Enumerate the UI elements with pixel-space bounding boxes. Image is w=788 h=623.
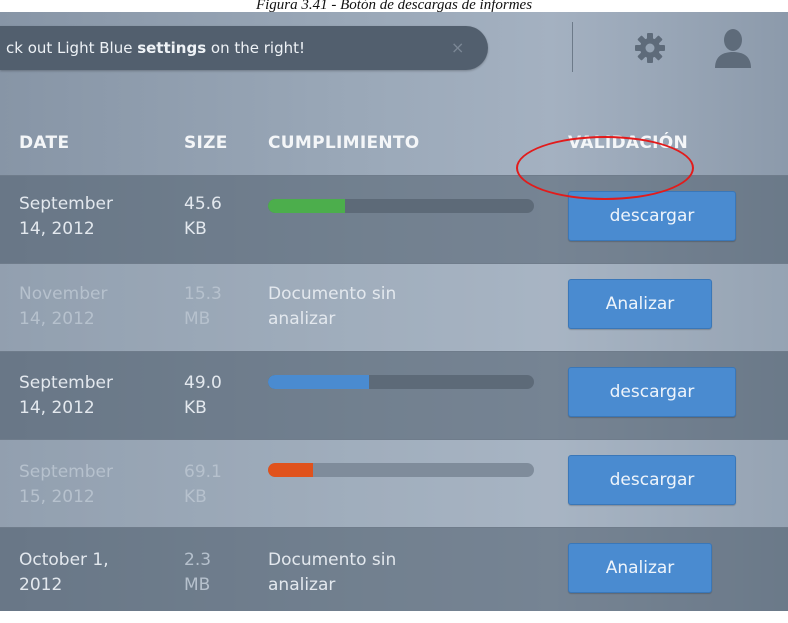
download-button[interactable]: descargar xyxy=(568,191,736,241)
analyze-button[interactable]: Analizar xyxy=(568,543,712,593)
header-size[interactable]: SIZE xyxy=(184,133,228,153)
size-cell: 15.3 MB xyxy=(184,284,222,329)
user-icon[interactable] xyxy=(711,28,755,68)
download-button[interactable]: descargar xyxy=(568,367,736,417)
close-icon[interactable]: × xyxy=(451,26,464,70)
progress-fill xyxy=(268,463,314,477)
date-cell: September 14, 2012 xyxy=(19,373,113,418)
date-cell: September 15, 2012 xyxy=(19,462,113,507)
notice-settings-link[interactable]: settings xyxy=(137,39,206,57)
size-cell: 2.3 MB xyxy=(184,550,212,595)
table-row: September 14, 2012 49.0 KB descargar xyxy=(0,351,788,440)
header-date[interactable]: DATE xyxy=(19,133,69,153)
date-cell: November 14, 2012 xyxy=(19,284,108,329)
toolbar-divider xyxy=(572,22,573,72)
size-cell: 49.0 KB xyxy=(184,373,222,418)
table-row: September 15, 2012 69.1 KB descargar xyxy=(0,439,788,528)
size-cell: 69.1 KB xyxy=(184,462,222,507)
app-screen: ck out Light Blue settings on the right!… xyxy=(0,12,788,611)
compliance-progress xyxy=(268,463,534,477)
date-cell: October 1, 2012 xyxy=(19,550,109,595)
compliance-status: Documento sin analizar xyxy=(268,284,397,329)
compliance-progress xyxy=(268,375,534,389)
size-cell: 45.6 KB xyxy=(184,194,222,239)
analyze-button[interactable]: Analizar xyxy=(568,279,712,329)
table-row: September 14, 2012 45.6 KB descargar xyxy=(0,175,788,264)
compliance-progress xyxy=(268,199,534,213)
date-cell: September 14, 2012 xyxy=(19,194,113,239)
download-button[interactable]: descargar xyxy=(568,455,736,505)
table-row: October 1, 2012 2.3 MB Documento sin analiz… xyxy=(0,527,788,611)
settings-notice: ck out Light Blue settings on the right!… xyxy=(0,26,488,70)
progress-fill xyxy=(268,375,370,389)
header-compliance[interactable]: CUMPLIMIENTO xyxy=(268,133,420,153)
header-validation[interactable]: VALIDACIÓN xyxy=(568,133,688,153)
progress-fill xyxy=(268,199,346,213)
gear-icon[interactable] xyxy=(633,31,667,65)
compliance-status: Documento sin analizar xyxy=(268,550,397,595)
notice-text: ck out Light Blue settings on the right! xyxy=(6,39,306,57)
table-row: November 14, 2012 15.3 MB Documento sin ana… xyxy=(0,263,788,352)
